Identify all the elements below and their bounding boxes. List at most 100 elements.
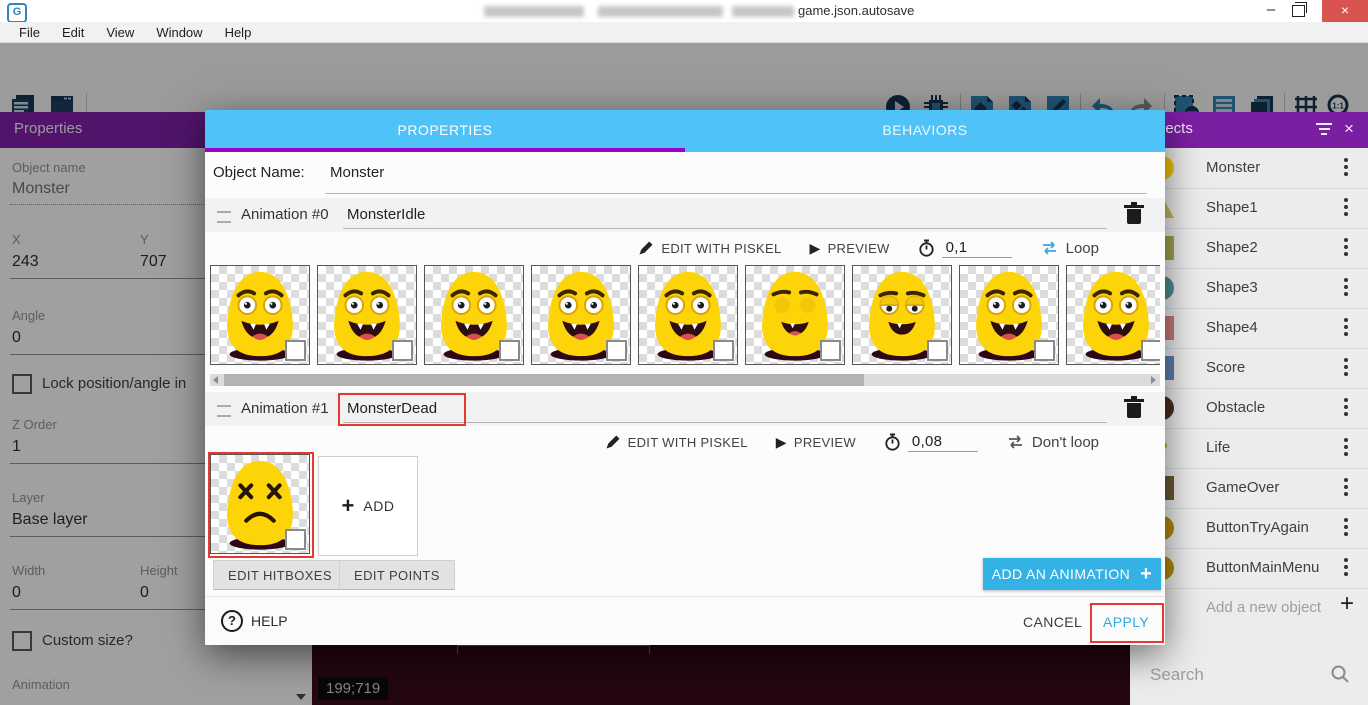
object-row-obstacle[interactable]: Obstacle — [1130, 388, 1368, 429]
object-row-buttontryagain[interactable]: ButtonTryAgain — [1130, 508, 1368, 549]
frame-corner-button[interactable] — [285, 340, 306, 361]
tab-behaviors[interactable]: BEHAVIORS — [685, 110, 1165, 148]
search-input[interactable] — [1148, 664, 1322, 686]
loop-toggle[interactable]: Don't loop — [1006, 433, 1099, 451]
close-button[interactable]: × — [1322, 0, 1368, 22]
tab-properties[interactable]: PROPERTIES — [205, 110, 685, 148]
edit-hitboxes-button[interactable]: EDIT HITBOXES — [213, 560, 347, 590]
object-menu-icon[interactable] — [1344, 438, 1348, 459]
animation0-frames-strip — [210, 265, 1160, 365]
frame-corner-button[interactable] — [927, 340, 948, 361]
object-menu-icon[interactable] — [1344, 518, 1348, 539]
frame-corner-button[interactable] — [713, 340, 734, 361]
width-value[interactable]: 0 — [12, 584, 21, 602]
menu-window[interactable]: Window — [145, 25, 213, 40]
object-row-score[interactable]: Score — [1130, 348, 1368, 389]
animation0-controls: EDIT WITH PISKEL ▶PREVIEW 0,1 Loop — [205, 234, 1099, 262]
frame-corner-button[interactable] — [392, 340, 413, 361]
add-new-object-label[interactable]: Add a new object — [1206, 599, 1321, 616]
z-order-value[interactable]: 1 — [12, 438, 21, 456]
edit-with-piskel-button[interactable]: EDIT WITH PISKEL — [638, 240, 781, 256]
object-menu-icon[interactable] — [1344, 398, 1348, 419]
minimize-button[interactable]: – — [1260, 2, 1282, 20]
object-menu-icon[interactable] — [1344, 238, 1348, 259]
x-value[interactable]: 243 — [12, 253, 39, 271]
animation0-frame-0[interactable] — [210, 265, 310, 365]
object-row-monster[interactable]: Monster — [1130, 148, 1368, 189]
animation0-name-input[interactable]: MonsterIdle — [347, 206, 425, 223]
cancel-button[interactable]: CANCEL — [1023, 614, 1082, 630]
scroll-right-icon[interactable] — [1151, 376, 1156, 384]
object-name: GameOver — [1206, 479, 1279, 496]
add-frame-tile[interactable]: + ADD — [318, 456, 418, 556]
delete-animation-icon[interactable] — [1127, 209, 1141, 224]
object-menu-icon[interactable] — [1344, 318, 1348, 339]
object-menu-icon[interactable] — [1344, 558, 1348, 579]
preview-button[interactable]: ▶PREVIEW — [776, 434, 856, 451]
animation-dropdown-arrow[interactable] — [296, 694, 306, 700]
object-row-shape3[interactable]: Shape3 — [1130, 268, 1368, 309]
animation0-frame-2[interactable] — [424, 265, 524, 365]
animation0-frame-6[interactable] — [852, 265, 952, 365]
frame-corner-button[interactable] — [499, 340, 520, 361]
scroll-left-icon[interactable] — [213, 376, 218, 384]
frame-corner-button[interactable] — [1141, 340, 1160, 361]
y-value[interactable]: 707 — [140, 253, 167, 271]
menu-edit[interactable]: Edit — [51, 25, 95, 40]
object-name: Monster — [1206, 159, 1260, 176]
width-label: Width — [12, 563, 45, 578]
preview-button[interactable]: ▶PREVIEW — [809, 240, 889, 257]
lock-position-checkbox[interactable] — [12, 374, 32, 394]
close-panel-icon[interactable]: × — [1344, 119, 1354, 139]
animation0-frame-7[interactable] — [959, 265, 1059, 365]
custom-size-checkbox[interactable] — [12, 631, 32, 651]
object-row-gameover[interactable]: GameOver — [1130, 468, 1368, 509]
animation1-label: Animation #1 — [241, 400, 329, 417]
filter-icon[interactable] — [1316, 123, 1332, 135]
add-an-animation-button[interactable]: ADD AN ANIMATION+ — [983, 558, 1161, 590]
time-between-frames-field[interactable]: 0,1 — [918, 239, 1012, 258]
object-row-shape1[interactable]: Shape1 — [1130, 188, 1368, 229]
height-value[interactable]: 0 — [140, 584, 149, 602]
menu-help[interactable]: Help — [214, 25, 263, 40]
layer-value[interactable]: Base layer — [12, 511, 88, 529]
layer-label: Layer — [12, 490, 45, 505]
animation0-frame-4[interactable] — [638, 265, 738, 365]
loop-toggle[interactable]: Loop — [1040, 239, 1099, 257]
object-row-shape4[interactable]: Shape4 — [1130, 308, 1368, 349]
frame-corner-button[interactable] — [606, 340, 627, 361]
animation0-frame-8[interactable] — [1066, 265, 1160, 365]
menu-view[interactable]: View — [95, 25, 145, 40]
animation0-frame-5[interactable] — [745, 265, 845, 365]
menu-file[interactable]: File — [8, 25, 51, 40]
edit-points-button[interactable]: EDIT POINTS — [339, 560, 455, 590]
time-between-frames-field[interactable]: 0,08 — [884, 433, 978, 452]
object-menu-icon[interactable] — [1344, 358, 1348, 379]
scrollbar-thumb[interactable] — [224, 374, 864, 386]
animation0-frame-1[interactable] — [317, 265, 417, 365]
frame-corner-button[interactable] — [1034, 340, 1055, 361]
object-row-shape2[interactable]: Shape2 — [1130, 228, 1368, 269]
edit-with-piskel-button[interactable]: EDIT WITH PISKEL — [605, 434, 748, 450]
help-button[interactable]: ?HELP — [221, 610, 288, 632]
object-menu-icon[interactable] — [1344, 198, 1348, 219]
object-menu-icon[interactable] — [1344, 278, 1348, 299]
annotation-box — [1090, 603, 1164, 643]
object-menu-icon[interactable] — [1344, 478, 1348, 499]
object-name-value[interactable]: Monster — [12, 180, 70, 198]
add-new-object-plus-icon[interactable]: + — [1340, 590, 1354, 618]
object-row-buttonmainmenu[interactable]: ButtonMainMenu — [1130, 548, 1368, 589]
frame-corner-button[interactable] — [820, 340, 841, 361]
delete-animation-icon[interactable] — [1127, 403, 1141, 418]
drag-handle-icon[interactable] — [217, 405, 231, 417]
animation0-frame-3[interactable] — [531, 265, 631, 365]
frames-scrollbar[interactable] — [210, 374, 1160, 386]
drag-handle-icon[interactable] — [217, 211, 231, 223]
angle-value[interactable]: 0 — [12, 329, 21, 347]
pencil-icon — [605, 434, 621, 450]
object-name-input[interactable]: Monster — [330, 164, 384, 181]
plus-icon: + — [342, 496, 355, 516]
object-row-life[interactable]: ♥Life — [1130, 428, 1368, 469]
object-menu-icon[interactable] — [1344, 158, 1348, 179]
restore-button[interactable] — [1292, 5, 1305, 17]
